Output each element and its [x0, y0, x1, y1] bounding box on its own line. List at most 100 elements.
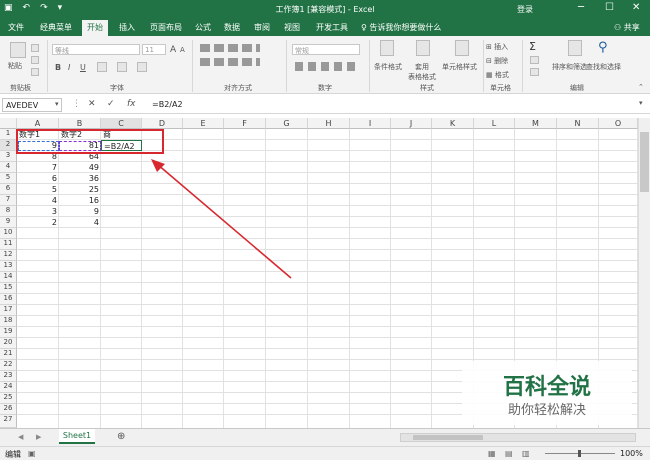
next-sheet-button[interactable]: ▶ [36, 433, 41, 441]
ribbon-separator [47, 40, 48, 92]
cell-b6[interactable]: 25 [59, 184, 101, 195]
delete-cells-label: 删除 [494, 57, 509, 65]
font-color-icon[interactable] [137, 62, 147, 72]
tab-file[interactable]: 文件 [8, 22, 24, 33]
tab-developer[interactable]: 开发工具 [316, 22, 348, 33]
search-icon[interactable]: ⚲ [598, 40, 608, 55]
format-cells-button[interactable]: ▦ 格式 [486, 70, 509, 80]
sort-filter-icon[interactable] [568, 40, 582, 56]
autosum-button[interactable]: Σ [529, 40, 536, 53]
status-mode: 编辑 [5, 450, 21, 459]
editing-group-label: 编辑 [570, 84, 584, 92]
border-icon[interactable] [97, 62, 107, 72]
page-break-view-icon[interactable]: ▥ [522, 449, 530, 458]
format-as-table-label[interactable]: 套用 表格格式 [408, 62, 436, 82]
conditional-format-label[interactable]: 条件格式 [374, 62, 402, 72]
tab-view[interactable]: 视图 [284, 22, 300, 33]
find-select-label[interactable]: 查找和选择 [586, 62, 621, 72]
vertical-scrollbar[interactable] [638, 118, 650, 428]
collapse-ribbon-icon[interactable]: ⌃ [638, 83, 644, 91]
cell-b5[interactable]: 36 [59, 173, 101, 184]
cell-b4[interactable]: 49 [59, 162, 101, 173]
add-sheet-button[interactable]: ⊕ [117, 431, 125, 442]
cell-style-icon[interactable] [455, 40, 469, 56]
zoom-slider-thumb[interactable] [578, 450, 581, 457]
delete-cells-button[interactable]: ⊟ 删除 [486, 56, 508, 66]
ribbon-separator [483, 40, 484, 92]
conditional-format-icon[interactable] [380, 40, 394, 56]
formula-input[interactable]: =B2/A2 [148, 98, 638, 112]
tell-me-label: 告诉我你想要做什么 [369, 23, 442, 32]
font-size-select[interactable]: 11 [142, 44, 166, 55]
macro-record-icon[interactable]: ▣ [28, 449, 36, 458]
name-box[interactable]: AVEDEV [2, 98, 62, 112]
cell-b9[interactable]: 4 [59, 217, 101, 228]
tab-page-layout[interactable]: 页面布局 [150, 22, 182, 33]
format-cells-label: 格式 [494, 71, 509, 79]
sort-filter-label[interactable]: 排序和筛选 [552, 62, 587, 72]
number-group-label: 数字 [318, 84, 332, 92]
cell-b7[interactable]: 16 [59, 195, 101, 206]
cell-a5[interactable]: 6 [17, 173, 59, 184]
alignment-icons-row1[interactable] [200, 44, 260, 52]
close-button[interactable]: ✕ [632, 2, 640, 13]
paste-label[interactable]: 粘贴 [8, 61, 22, 71]
prev-sheet-button[interactable]: ◀ [18, 433, 23, 441]
bold-button[interactable]: B [55, 63, 61, 72]
font-group-label: 字体 [110, 84, 124, 92]
tab-data[interactable]: 数据 [224, 22, 240, 33]
vertical-scroll-thumb[interactable] [640, 132, 649, 192]
clear-icon[interactable] [530, 68, 539, 76]
sheet-tab-sheet1[interactable]: Sheet1 [59, 429, 95, 444]
tab-home[interactable]: 开始 [82, 20, 108, 36]
font-name-select[interactable]: 等线 [52, 44, 140, 55]
cell-a6[interactable]: 5 [17, 184, 59, 195]
insert-cells-button[interactable]: ⊞ 插入 [486, 42, 508, 52]
horizontal-scrollbar[interactable] [400, 433, 636, 442]
name-box-dropdown-icon[interactable]: ▾ [55, 100, 59, 108]
enter-formula-button[interactable]: ✓ [107, 99, 115, 109]
cell-a7[interactable]: 4 [17, 195, 59, 206]
cell-b8[interactable]: 9 [59, 206, 101, 217]
cancel-formula-button[interactable]: ✕ [88, 99, 96, 109]
share-button[interactable]: ⚇ 共享 [614, 22, 640, 33]
format-painter-icon[interactable] [31, 68, 39, 76]
ribbon-separator [369, 40, 370, 92]
horizontal-scroll-thumb[interactable] [413, 435, 483, 440]
insert-cells-label: 插入 [494, 43, 509, 51]
normal-view-icon[interactable]: ▦ [488, 449, 496, 458]
cell-style-label[interactable]: 单元格样式 [442, 62, 477, 72]
number-format-select[interactable]: 常规 [292, 44, 360, 55]
fill-color-icon[interactable] [117, 62, 127, 72]
copy-icon[interactable] [31, 56, 39, 64]
underline-button[interactable]: U [80, 63, 86, 72]
ribbon-separator [192, 40, 193, 92]
login-link[interactable]: 登录 [517, 4, 533, 15]
cell-a9[interactable]: 2 [17, 217, 59, 228]
tab-formulas[interactable]: 公式 [195, 22, 211, 33]
page-layout-view-icon[interactable]: ▤ [505, 449, 513, 458]
worksheet-grid[interactable]: A B C D E F G H I J K L M N O 1 2 3 4 5 … [0, 118, 650, 428]
clipboard-group-label: 剪贴板 [10, 84, 31, 92]
tell-me-search[interactable]: ♀ 告诉我你想要做什么 [361, 22, 441, 33]
tab-classic-menu[interactable]: 经典菜单 [40, 22, 72, 33]
alignment-icons-row2[interactable] [200, 58, 260, 66]
number-format-buttons[interactable] [295, 62, 355, 71]
ribbon: 粘贴 剪贴板 等线 11 A A B I U 字体 对齐方式 常规 数字 条件格… [0, 36, 650, 94]
cell-a4[interactable]: 7 [17, 162, 59, 173]
format-as-table-icon[interactable] [416, 40, 430, 56]
tab-review[interactable]: 审阅 [254, 22, 270, 33]
paste-icon[interactable] [10, 42, 26, 58]
font-shrink-button[interactable]: A [180, 46, 185, 54]
tab-insert[interactable]: 插入 [119, 22, 135, 33]
restore-button[interactable]: ☐ [605, 2, 614, 13]
cell-a8[interactable]: 3 [17, 206, 59, 217]
cut-icon[interactable] [31, 44, 39, 52]
zoom-level[interactable]: 100% [620, 449, 643, 458]
font-grow-button[interactable]: A [170, 45, 176, 55]
expand-formula-bar-icon[interactable]: ▾ [639, 99, 643, 107]
minimize-button[interactable]: ─ [578, 2, 584, 13]
insert-function-button[interactable]: fx [127, 99, 136, 109]
italic-button[interactable]: I [68, 63, 70, 72]
fill-icon[interactable] [530, 56, 539, 64]
